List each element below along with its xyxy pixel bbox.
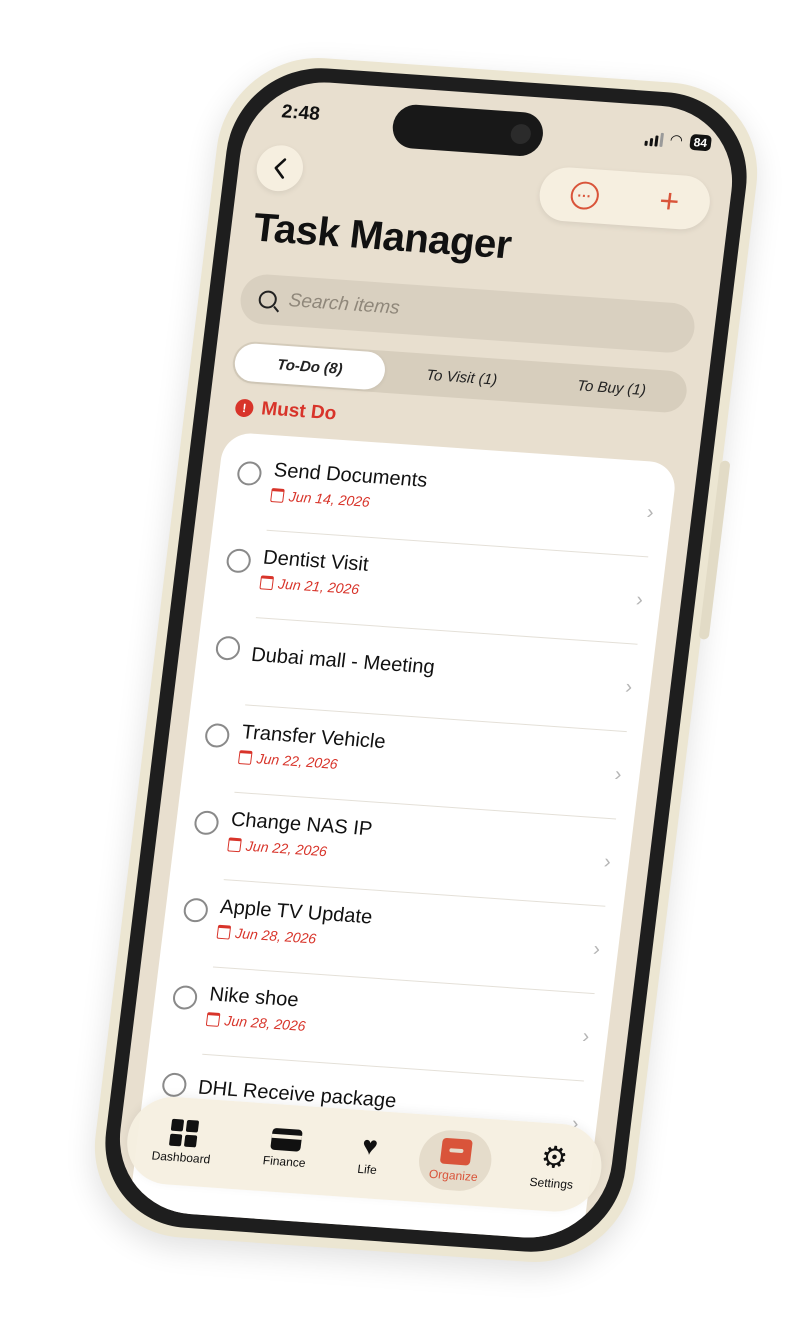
camera-icon: [509, 123, 533, 145]
tab-to-buy[interactable]: To Buy (1): [534, 362, 689, 414]
status-icons: ◠ 84: [643, 131, 713, 152]
chevron-right-icon: ›: [634, 588, 645, 612]
tabbar-label: Organize: [428, 1166, 479, 1185]
section-label: Must Do: [260, 398, 338, 425]
task-date: Jun 22, 2026: [227, 836, 328, 859]
status-time: 2:48: [280, 101, 321, 125]
tabbar-item-life[interactable]: ♥ Life: [344, 1123, 395, 1186]
calendar-icon: [259, 575, 275, 591]
search-placeholder: Search items: [287, 290, 401, 319]
task-title: Dubai mall - Meeting: [249, 643, 436, 679]
tabbar-item-settings[interactable]: ⚙ Settings: [516, 1134, 591, 1200]
task-title: Dentist Visit: [261, 546, 370, 576]
task-date: Jun 21, 2026: [259, 574, 360, 597]
more-icon[interactable]: ···: [568, 180, 601, 211]
add-button[interactable]: +: [657, 182, 681, 221]
checkbox-circle[interactable]: [160, 1072, 188, 1098]
tabbar-item-finance[interactable]: Finance: [249, 1119, 322, 1179]
chevron-right-icon: ›: [592, 938, 602, 961]
calendar-icon: [205, 1012, 221, 1027]
signal-icon: [643, 132, 664, 147]
battery-icon: 84: [688, 133, 713, 152]
checkbox-circle[interactable]: [193, 810, 220, 836]
chevron-left-icon: [274, 158, 287, 179]
checkbox-circle[interactable]: [203, 722, 231, 749]
stage: 2:48 ◠ 84 ··· + Task Manager Search item…: [0, 0, 800, 1334]
task-date: Jun 28, 2026: [205, 1011, 306, 1034]
dashboard-icon: [168, 1118, 200, 1147]
search-input[interactable]: Search items: [237, 272, 698, 355]
task-title: Nike shoe: [208, 983, 300, 1012]
dynamic-island: [390, 103, 546, 158]
chevron-right-icon: ›: [602, 850, 613, 874]
tabbar-item-organize[interactable]: Organize: [415, 1128, 496, 1193]
tabbar-label: Settings: [528, 1174, 574, 1192]
task-title: Apple TV Update: [219, 895, 374, 929]
task-title: Change NAS IP: [229, 808, 374, 841]
chevron-right-icon: ›: [613, 763, 623, 786]
section-header: ! Must Do: [234, 396, 338, 425]
tabbar-label: Life: [356, 1161, 378, 1178]
wifi-icon: ◠: [668, 131, 684, 150]
checkbox-circle[interactable]: [235, 460, 263, 487]
checkbox-circle[interactable]: [171, 984, 199, 1011]
back-button[interactable]: [254, 143, 306, 193]
card-icon: [270, 1127, 304, 1152]
chevron-right-icon: ›: [581, 1025, 591, 1048]
tab-to-visit[interactable]: To Visit (1): [384, 351, 539, 403]
task-title: Transfer Vehicle: [240, 721, 387, 754]
task-date: Jun 22, 2026: [237, 749, 339, 772]
exclamation-icon: !: [234, 398, 255, 418]
calendar-icon: [237, 750, 253, 765]
calendar-icon: [227, 837, 242, 853]
calendar-icon: [216, 924, 232, 940]
search-icon: [257, 289, 278, 310]
tab-todo[interactable]: To-Do (8): [232, 342, 388, 391]
checkbox-circle[interactable]: [225, 548, 253, 574]
tabbar-label: Dashboard: [150, 1147, 212, 1166]
chevron-right-icon: ›: [645, 501, 655, 524]
header-actions: ··· +: [536, 165, 713, 232]
calendar-icon: [270, 488, 285, 503]
toolbox-icon: [439, 1137, 473, 1166]
chevron-right-icon: ›: [624, 676, 634, 699]
heart-icon: ♥: [360, 1130, 380, 1162]
task-date: Jun 28, 2026: [216, 924, 317, 947]
tabbar-label: Finance: [262, 1153, 307, 1171]
gear-icon: ⚙: [538, 1140, 570, 1176]
tabbar-item-dashboard[interactable]: Dashboard: [138, 1108, 228, 1174]
phone-device: 2:48 ◠ 84 ··· + Task Manager Search item…: [83, 51, 769, 1269]
checkbox-circle[interactable]: [182, 897, 210, 923]
task-date: Jun 14, 2026: [270, 487, 371, 510]
page-title: Task Manager: [250, 205, 514, 268]
checkbox-circle[interactable]: [214, 635, 242, 661]
